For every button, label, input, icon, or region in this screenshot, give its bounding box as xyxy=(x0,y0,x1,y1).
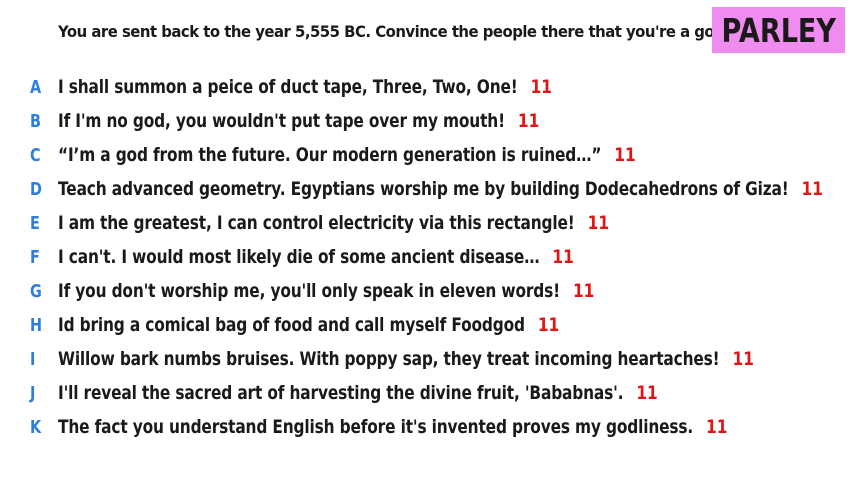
answer-line: I can't. I would most likely die of some… xyxy=(58,246,574,268)
answer-letter: J xyxy=(30,382,36,404)
answer-letter: A xyxy=(30,76,42,98)
answer-line: I'll reveal the sacred art of harvesting… xyxy=(58,382,658,404)
vote-count: 11 xyxy=(552,246,574,268)
vote-count: 11 xyxy=(517,110,540,132)
answer-letter: C xyxy=(30,144,41,166)
answer-text: If I'm no god, you wouldn't put tape ove… xyxy=(58,110,505,132)
vote-count: 11 xyxy=(614,144,636,166)
answer-letter: I xyxy=(30,348,36,370)
vote-count: 11 xyxy=(587,212,610,234)
answer-text: “I’m a god from the future. Our modern g… xyxy=(58,144,602,166)
answer-line: Willow bark numbs bruises. With poppy sa… xyxy=(58,348,754,370)
answer-text: I am the greatest, I can control electri… xyxy=(58,212,575,234)
answer-line: If you don't worship me, you'll only spe… xyxy=(58,280,594,302)
question-prompt: You are sent back to the year 5,555 BC. … xyxy=(58,22,730,41)
answer-letter: K xyxy=(30,416,42,438)
answer-line: Id bring a comical bag of food and call … xyxy=(58,314,559,336)
vote-count: 11 xyxy=(706,416,728,438)
answer-line: If I'm no god, you wouldn't put tape ove… xyxy=(58,110,539,132)
vote-count: 11 xyxy=(732,348,754,370)
answer-text: If you don't worship me, you'll only spe… xyxy=(58,280,561,302)
answer-line: The fact you understand English before i… xyxy=(58,416,727,438)
answer-text: I'll reveal the sacred art of harvesting… xyxy=(58,382,624,404)
answer-letter: B xyxy=(30,110,41,132)
vote-count: 11 xyxy=(537,314,560,336)
answer-letter: E xyxy=(30,212,40,234)
answer-line: I am the greatest, I can control electri… xyxy=(58,212,609,234)
answer-text: Teach advanced geometry. Egyptians worsh… xyxy=(58,178,789,200)
answer-letter: G xyxy=(30,280,42,302)
answer-text: The fact you understand English before i… xyxy=(58,416,694,438)
answer-line: “I’m a god from the future. Our modern g… xyxy=(58,144,636,166)
brand-title: PARLEY xyxy=(721,10,836,50)
parley-logo: PARLEY xyxy=(712,7,845,53)
vote-count: 11 xyxy=(636,382,658,404)
answer-letter: H xyxy=(30,314,43,336)
answer-letter: F xyxy=(30,246,40,268)
answer-text: Willow bark numbs bruises. With poppy sa… xyxy=(58,348,720,370)
vote-count: 11 xyxy=(530,76,553,98)
answer-letter: D xyxy=(30,178,42,200)
answer-line: Teach advanced geometry. Egyptians worsh… xyxy=(58,178,823,200)
vote-count: 11 xyxy=(572,280,595,302)
answer-text: I can't. I would most likely die of some… xyxy=(58,246,540,268)
answer-text: Id bring a comical bag of food and call … xyxy=(58,314,525,336)
answer-line: I shall summon a peice of duct tape, Thr… xyxy=(58,76,552,98)
answer-text: I shall summon a peice of duct tape, Thr… xyxy=(58,76,518,98)
vote-count: 11 xyxy=(801,178,823,200)
